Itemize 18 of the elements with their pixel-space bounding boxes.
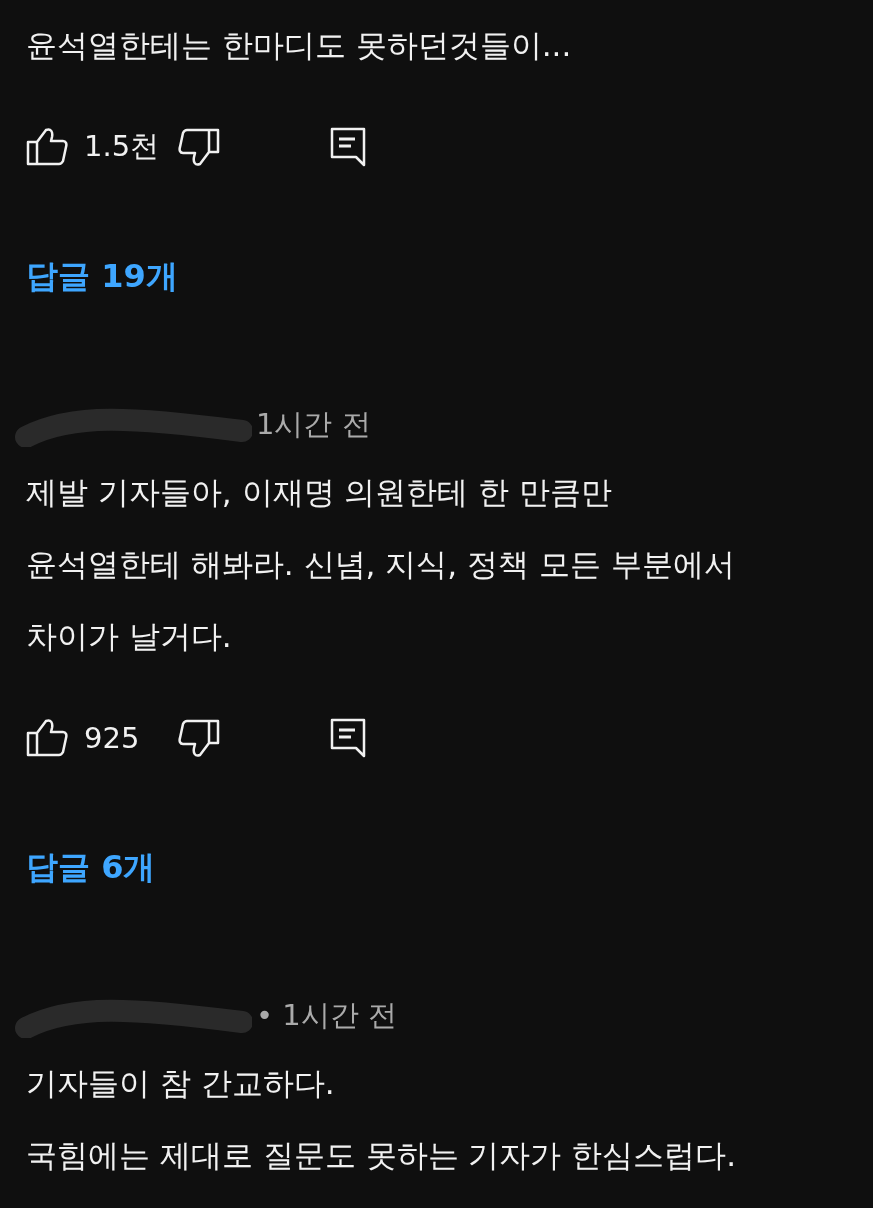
comment-time: • 1시간 전 (256, 997, 397, 1034)
like-count: 1.5천 (84, 128, 161, 165)
thumbs-up-icon[interactable] (26, 718, 68, 758)
like-count: 925 (84, 721, 141, 755)
thumbs-up-icon[interactable] (26, 127, 68, 167)
comment-text: 기자들이 참 간교하다. (26, 1064, 336, 1103)
comment-text: 제발 기자들아, 이재명 의원한테 한 만큼만 (26, 473, 614, 512)
thumbs-down-icon[interactable] (178, 718, 220, 758)
comment-text: 차이가 날거다. (26, 617, 233, 656)
comment-text: 국힘에는 제대로 질문도 못하는 기자가 한심스럽다. (26, 1136, 738, 1175)
replies-link[interactable]: 답글 19개 (26, 255, 178, 299)
comment-text: 윤석열한테 해봐라. 신념, 지식, 정책 모든 부분에서 (26, 545, 736, 584)
comment-text: 윤석열한테는 한마디도 못하던것들이... (26, 26, 573, 65)
comment-icon[interactable] (330, 718, 366, 758)
comment-time: 1시간 전 (256, 406, 371, 443)
replies-link[interactable]: 답글 6개 (26, 846, 156, 890)
thumbs-down-icon[interactable] (178, 127, 220, 167)
comment-icon[interactable] (330, 127, 366, 167)
